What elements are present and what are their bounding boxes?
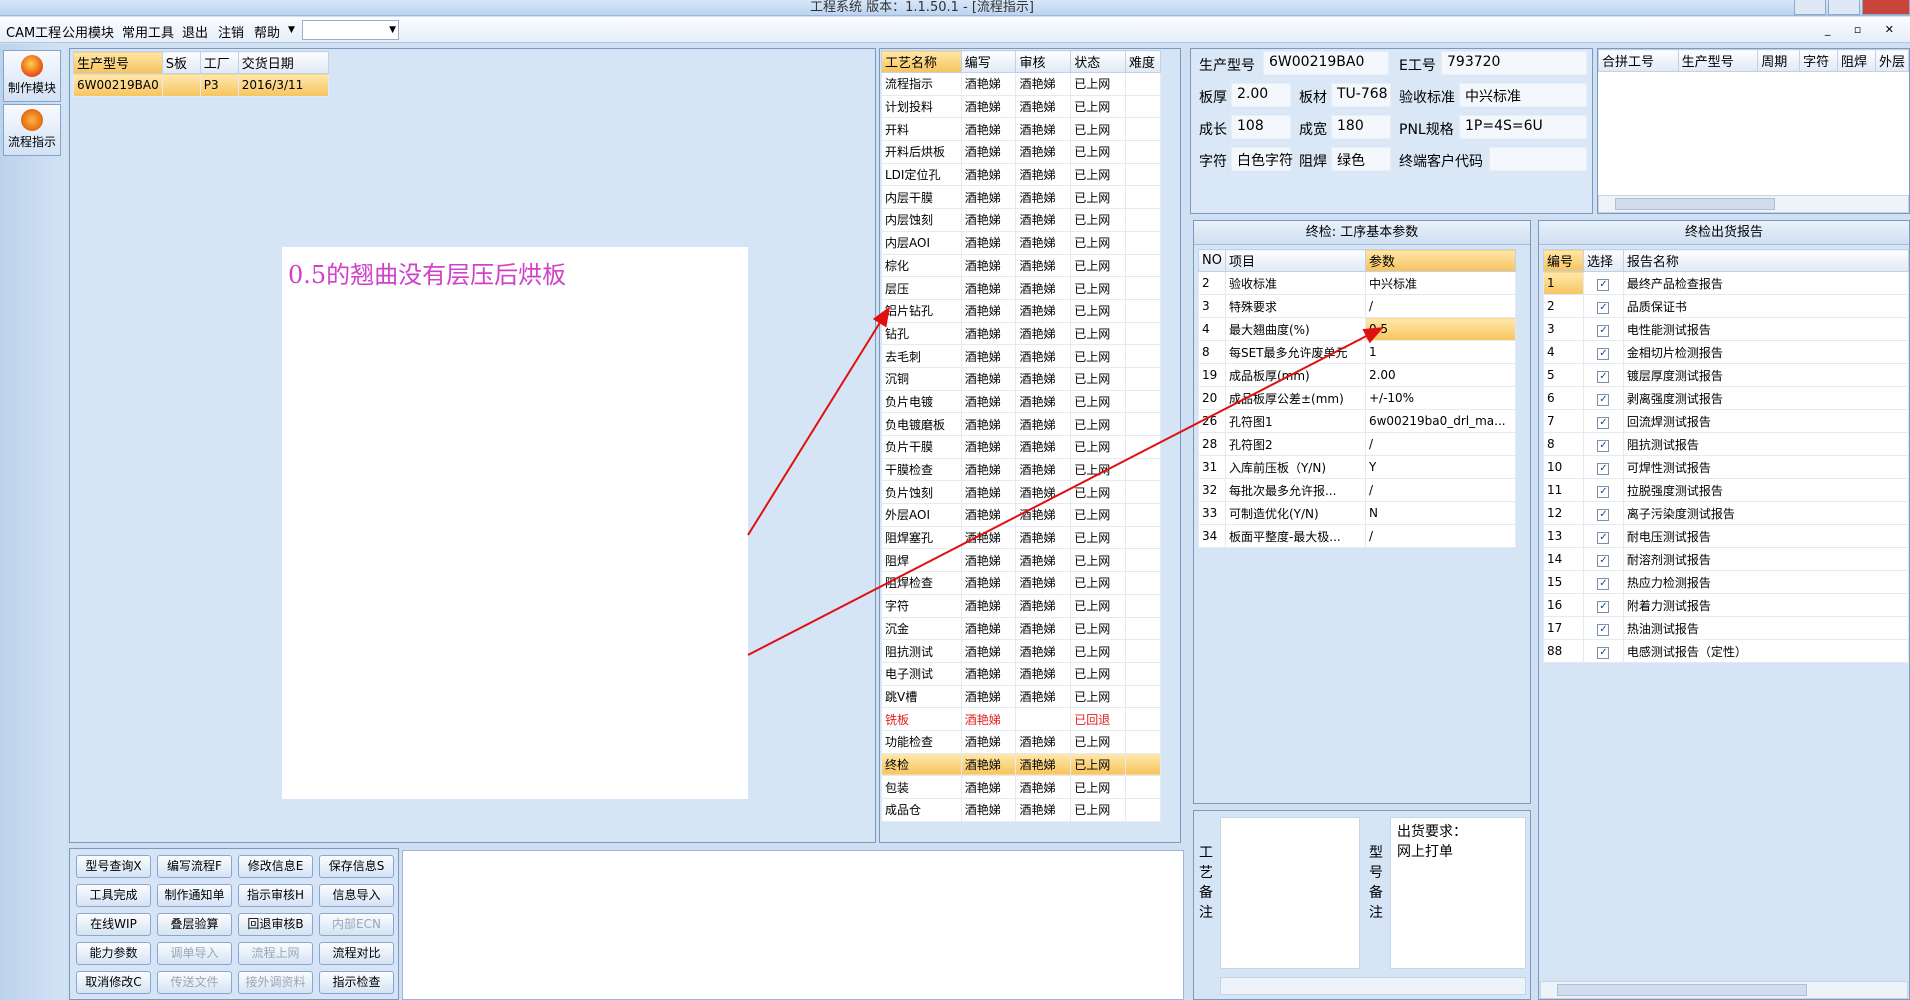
arrow-to-lamination — [747, 306, 891, 536]
annotation-arrows — [747, 306, 1384, 656]
arrow-to-warpage-value — [747, 327, 1384, 656]
